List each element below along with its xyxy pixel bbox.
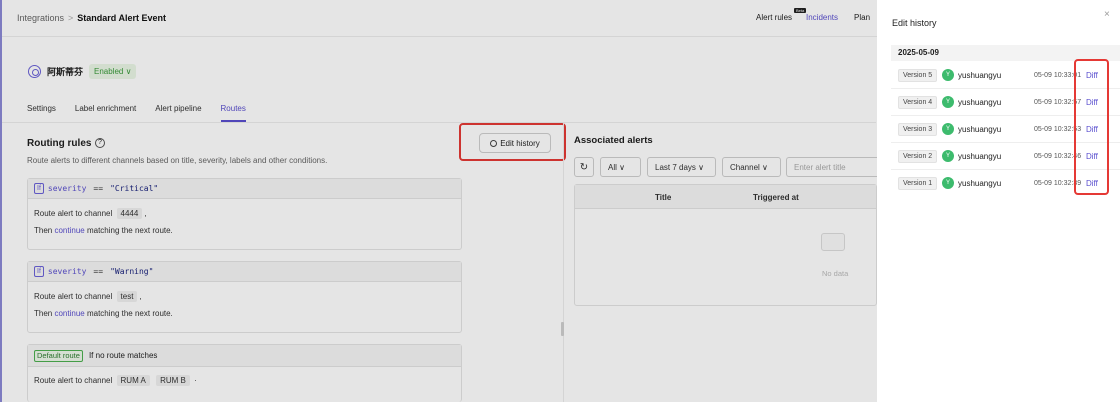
version-tag: Version 4 bbox=[898, 96, 938, 109]
avatar: Y bbox=[942, 123, 954, 135]
version-user: yushuangyu bbox=[958, 98, 1002, 107]
avatar: Y bbox=[942, 69, 954, 81]
modal-mask[interactable] bbox=[0, 0, 877, 402]
avatar: Y bbox=[942, 150, 954, 162]
close-icon[interactable]: × bbox=[1104, 9, 1110, 20]
version-user: yushuangyu bbox=[958, 71, 1002, 80]
diff-column-highlight bbox=[1074, 59, 1109, 195]
integration-page: Integrations > Standard Alert Event Alert … bbox=[0, 0, 1120, 402]
version-user: yushuangyu bbox=[958, 152, 1002, 161]
edit-history-drawer: Edit history × 2025-05-09 Version 5 Y yu… bbox=[877, 0, 1120, 402]
version-tag: Version 1 bbox=[898, 177, 938, 190]
version-tag: Version 3 bbox=[898, 123, 938, 136]
version-tag: Version 2 bbox=[898, 150, 938, 163]
version-user: yushuangyu bbox=[958, 125, 1002, 134]
avatar: Y bbox=[942, 96, 954, 108]
avatar: Y bbox=[942, 177, 954, 189]
drawer-title: Edit history bbox=[892, 18, 937, 28]
version-user: yushuangyu bbox=[958, 179, 1002, 188]
version-tag: Version 5 bbox=[898, 69, 938, 82]
